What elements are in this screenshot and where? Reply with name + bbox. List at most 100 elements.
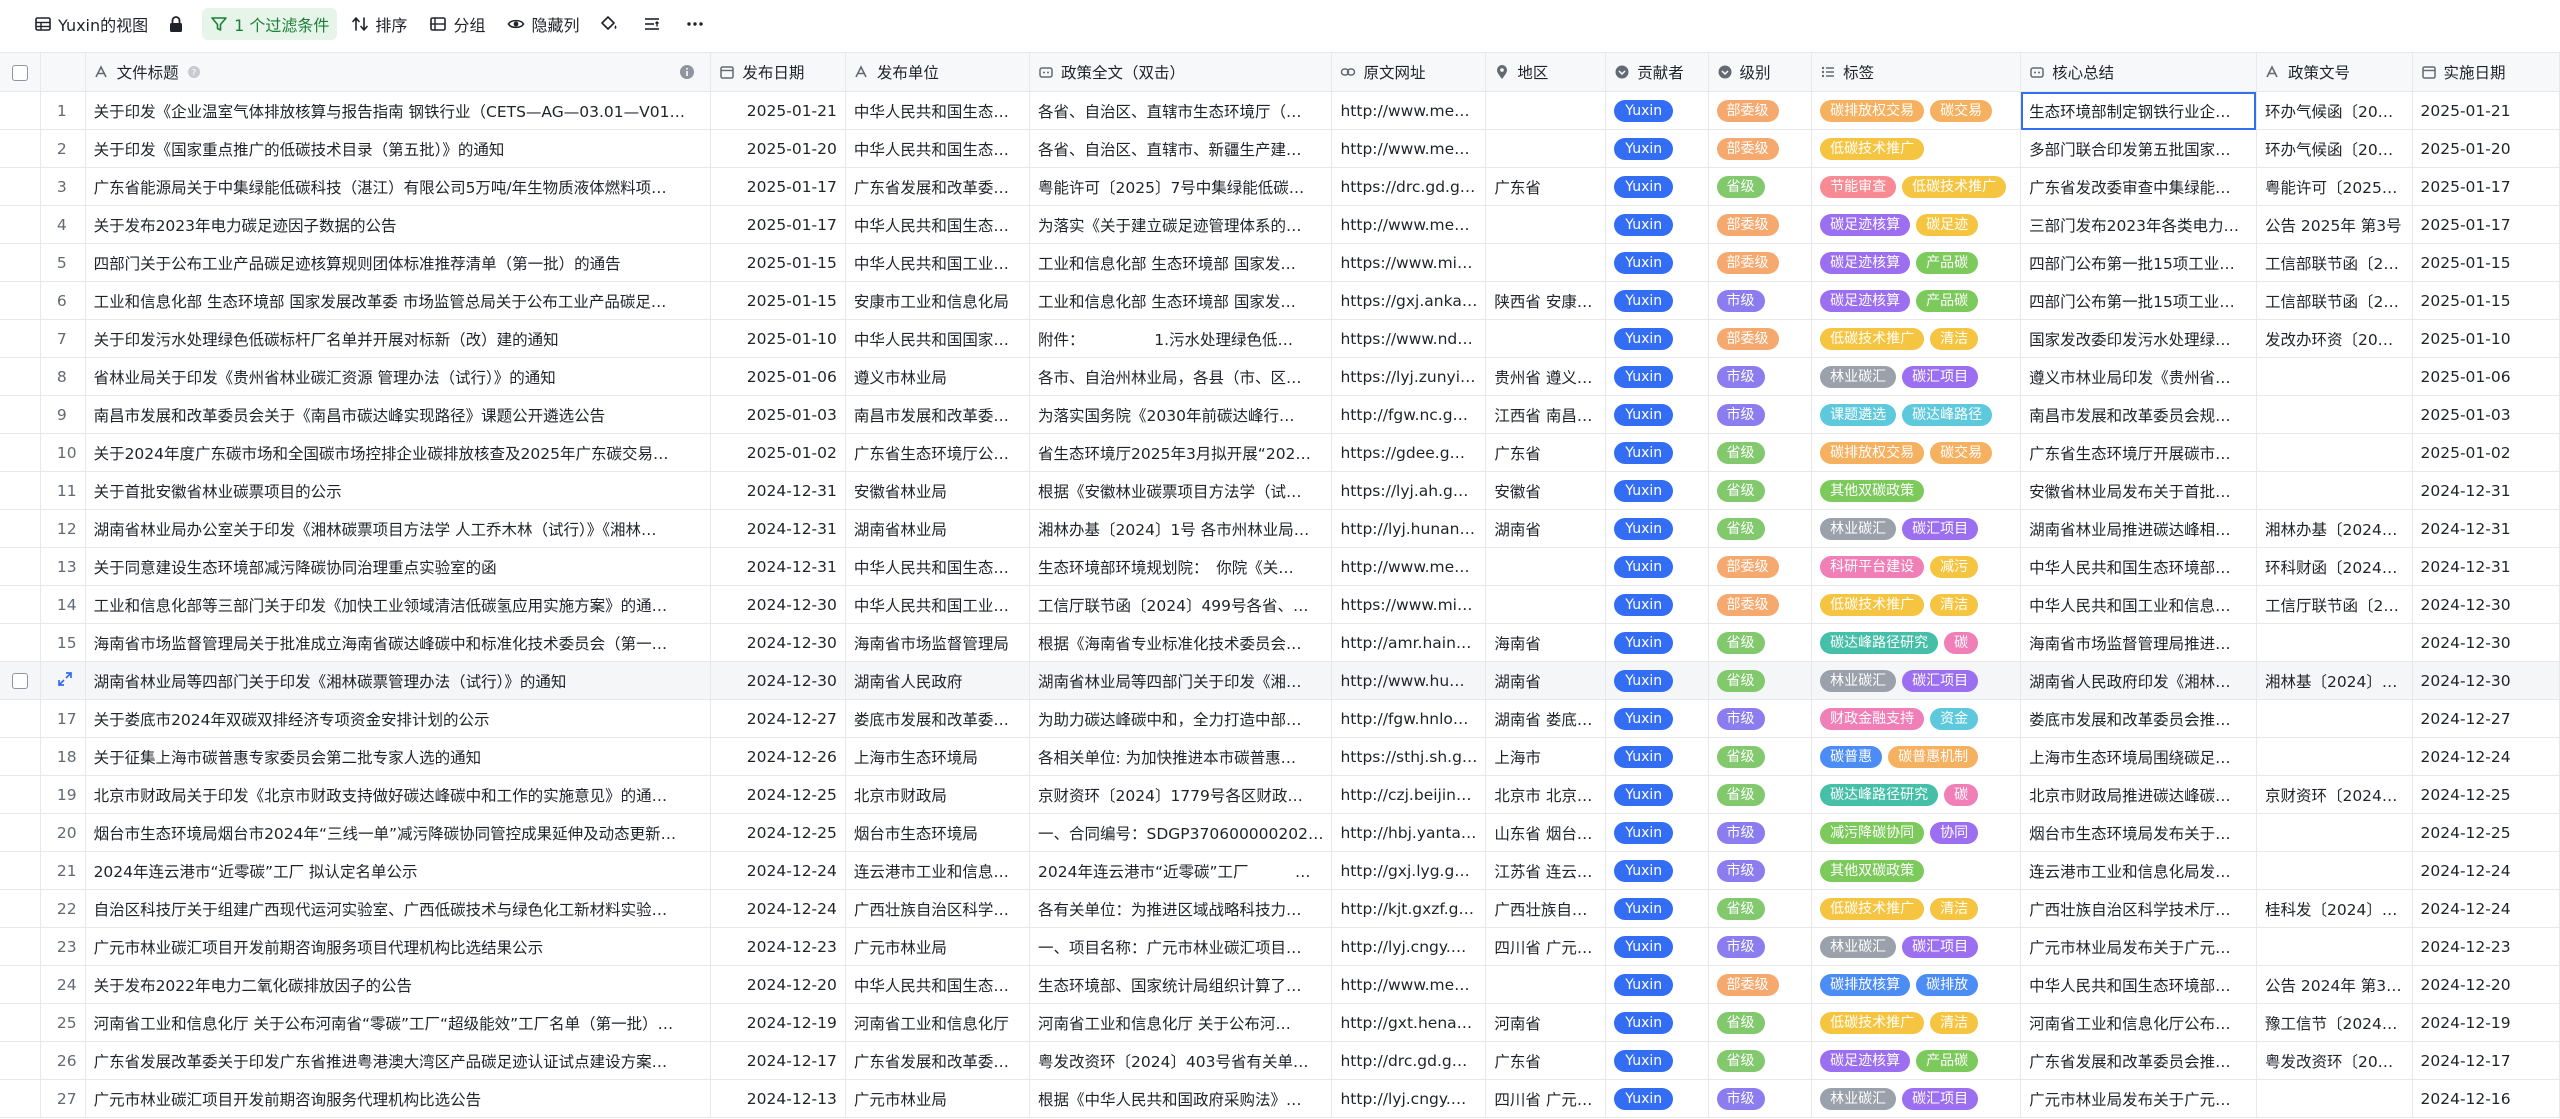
info-icon[interactable]	[679, 64, 695, 80]
cell-title[interactable]: 关于印发污水处理绿色低碳标杆厂名单并开展对标新（改）建的通知	[85, 319, 712, 358]
cell-summary[interactable]: 安徽省林业局发布关于首批…	[2020, 471, 2257, 510]
cell-impl-date[interactable]: 2025-01-15	[2412, 243, 2560, 282]
cell-tags[interactable]: 财政金融支持 资金	[1811, 699, 2022, 738]
cell-org[interactable]: 连云港市工业和信息…	[845, 851, 1031, 890]
cell-impl-date[interactable]: 2024-12-31	[2412, 471, 2560, 510]
cell-summary[interactable]: 烟台市生态环境局发布关于…	[2020, 813, 2257, 852]
cell-tags[interactable]: 低碳技术推广 清洁	[1811, 585, 2022, 624]
cell-tags[interactable]: 节能审查 低碳技术推广	[1811, 167, 2022, 206]
cell-level[interactable]: 市级	[1708, 357, 1813, 396]
cell-org[interactable]: 安徽省林业局	[845, 471, 1031, 510]
cell-doc-number[interactable]	[2256, 927, 2413, 966]
cell-summary[interactable]: 广东省生态环境厅开展碳市…	[2020, 433, 2257, 472]
cell-date[interactable]: 2025-01-10	[710, 319, 846, 358]
cell-full-text[interactable]: 2024年连云港市“近零碳”工厂 …	[1029, 851, 1333, 890]
cell-summary[interactable]: 四部门公布第一批15项工业…	[2020, 281, 2257, 320]
cell-full-text[interactable]: 各省、自治区、直辖市生态环境厅（…	[1029, 91, 1333, 130]
cell-org[interactable]: 北京市财政局	[845, 775, 1031, 814]
cell-region[interactable]: 北京市 北京…	[1485, 775, 1607, 814]
cell-doc-number[interactable]: 工信部联节函〔2…	[2256, 281, 2413, 320]
cell-summary[interactable]: 中华人民共和国生态环境部…	[2020, 965, 2257, 1004]
cell-tags[interactable]: 碳排放权交易 碳交易	[1811, 433, 2022, 472]
cell-url[interactable]: https://drc.gd.g…	[1331, 167, 1487, 206]
cell-doc-number[interactable]: 环办气候函〔20…	[2256, 129, 2413, 168]
cell-url[interactable]: https://gdee.g…	[1331, 433, 1487, 472]
cell-impl-date[interactable]: 2024-12-23	[2412, 927, 2560, 966]
column-header-org[interactable]: 发布单位	[845, 52, 1031, 92]
table-row[interactable]: 22 自治区科技厅关于组建广西现代运河实验室、广西低碳技术与绿色化工新材料实验… 2…	[0, 889, 2560, 928]
cell-tags[interactable]: 低碳技术推广 清洁	[1811, 1003, 2022, 1042]
row-select-cell[interactable]	[0, 509, 41, 548]
cell-contributor[interactable]: Yuxin	[1605, 699, 1709, 738]
cell-doc-number[interactable]: 湘林办基〔2024…	[2256, 509, 2413, 548]
cell-region[interactable]: 贵州省 遵义…	[1485, 357, 1607, 396]
cell-org[interactable]: 广西壮族自治区科学…	[845, 889, 1031, 928]
cell-title[interactable]: 湖南省林业局办公室关于印发《湘林碳票项目方法学 人工乔木林（试行）》《湘林…	[85, 509, 712, 548]
cell-doc-number[interactable]	[2256, 699, 2413, 738]
cell-impl-date[interactable]: 2024-12-20	[2412, 965, 2560, 1004]
cell-impl-date[interactable]: 2024-12-24	[2412, 889, 2560, 928]
cell-region[interactable]: 湖南省	[1485, 509, 1607, 548]
cell-title[interactable]: 河南省工业和信息化厅 关于公布河南省“零碳”工厂“超级能效”工厂名单（第一批）…	[85, 1003, 712, 1042]
cell-summary[interactable]: 生态环境部制定钢铁行业企…	[2020, 91, 2257, 130]
cell-url[interactable]: http://amr.hain…	[1331, 623, 1487, 662]
cell-full-text[interactable]: 河南省工业和信息化厅 关于公布河…	[1029, 1003, 1333, 1042]
cell-full-text[interactable]: 粤能许可〔2025〕7号中集绿能低碳…	[1029, 167, 1333, 206]
cell-url[interactable]: https://lyj.ah.g…	[1331, 471, 1487, 510]
table-row[interactable]: 湖南省林业局等四部门关于印发《湘林碳票管理办法（试行）》的通知 2024-12-3…	[0, 661, 2560, 700]
cell-title[interactable]: 关于娄底市2024年双碳双排经济专项资金安排计划的公示	[85, 699, 712, 738]
cell-tags[interactable]: 碳足迹核算 产品碳	[1811, 243, 2022, 282]
row-select-cell[interactable]	[0, 243, 41, 282]
help-icon[interactable]: ?	[187, 65, 201, 79]
cell-doc-number[interactable]: 环科财函〔2024…	[2256, 547, 2413, 586]
cell-doc-number[interactable]: 工信部联节函〔2…	[2256, 243, 2413, 282]
cell-summary[interactable]: 湖南省人民政府印发《湘林…	[2020, 661, 2257, 700]
cell-impl-date[interactable]: 2024-12-24	[2412, 851, 2560, 890]
row-select-cell[interactable]	[0, 91, 41, 130]
select-all-checkbox-cell[interactable]	[0, 52, 41, 92]
cell-org[interactable]: 广元市林业局	[845, 1079, 1031, 1118]
table-row[interactable]: 26 广东省发展改革委关于印发广东省推进粤港澳大湾区产品碳足迹认证试点建设方案… 2…	[0, 1041, 2560, 1080]
cell-tags[interactable]: 低碳技术推广 清洁	[1811, 889, 2022, 928]
cell-impl-date[interactable]: 2025-01-15	[2412, 281, 2560, 320]
row-select-cell[interactable]	[0, 775, 41, 814]
column-header-contributor[interactable]: 贡献者	[1605, 52, 1709, 92]
cell-date[interactable]: 2024-12-31	[710, 471, 846, 510]
row-select-cell[interactable]	[0, 889, 41, 928]
cell-org[interactable]: 中华人民共和国工业…	[845, 243, 1031, 282]
cell-level[interactable]: 省级	[1708, 889, 1813, 928]
cell-full-text[interactable]: 根据《中华人民共和国政府采购法》…	[1029, 1079, 1333, 1118]
cell-impl-date[interactable]: 2024-12-27	[2412, 699, 2560, 738]
cell-summary[interactable]: 河南省工业和信息化厅公布…	[2020, 1003, 2257, 1042]
cell-region[interactable]	[1485, 205, 1607, 244]
cell-tags[interactable]: 碳足迹核算 产品碳	[1811, 281, 2022, 320]
cell-summary[interactable]: 中华人民共和国工业和信息…	[2020, 585, 2257, 624]
cell-url[interactable]: http://kjt.gxzf.g…	[1331, 889, 1487, 928]
column-header-url[interactable]: 原文网址	[1331, 52, 1487, 92]
cell-url[interactable]: https://gxj.anka…	[1331, 281, 1487, 320]
cell-contributor[interactable]: Yuxin	[1605, 585, 1709, 624]
table-row[interactable]: 17 关于娄底市2024年双碳双排经济专项资金安排计划的公示 2024-12-27 娄…	[0, 699, 2560, 738]
row-select-cell[interactable]	[0, 357, 41, 396]
cell-contributor[interactable]: Yuxin	[1605, 509, 1709, 548]
cell-url[interactable]: http://lyj.hunan…	[1331, 509, 1487, 548]
cell-title[interactable]: 关于印发《国家重点推广的低碳技术目录（第五批）》的通知	[85, 129, 712, 168]
cell-org[interactable]: 上海市生态环境局	[845, 737, 1031, 776]
cell-full-text[interactable]: 生态环境部、国家统计局组织计算了…	[1029, 965, 1333, 1004]
cell-region[interactable]	[1485, 91, 1607, 130]
cell-doc-number[interactable]	[2256, 471, 2413, 510]
cell-impl-date[interactable]: 2025-01-10	[2412, 319, 2560, 358]
cell-level[interactable]: 省级	[1708, 1003, 1813, 1042]
cell-region[interactable]	[1485, 965, 1607, 1004]
cell-date[interactable]: 2024-12-25	[710, 813, 846, 852]
cell-summary[interactable]: 三部门发布2023年各类电力…	[2020, 205, 2257, 244]
cell-full-text[interactable]: 根据《海南省专业标准化技术委员会…	[1029, 623, 1333, 662]
cell-full-text[interactable]: 粤发改资环〔2024〕403号省有关单…	[1029, 1041, 1333, 1080]
cell-doc-number[interactable]	[2256, 395, 2413, 434]
table-row[interactable]: 8 省林业局关于印发《贵州省林业碳汇资源 管理办法（试行）》的通知 2025-01-…	[0, 357, 2560, 396]
cell-title[interactable]: 海南省市场监督管理局关于批准成立海南省碳达峰碳中和标准化技术委员会（第一…	[85, 623, 712, 662]
cell-doc-number[interactable]	[2256, 813, 2413, 852]
column-header-impl-date[interactable]: 实施日期	[2412, 52, 2560, 92]
cell-impl-date[interactable]: 2025-01-21	[2412, 91, 2560, 130]
cell-url[interactable]: http://gxj.lyg.g…	[1331, 851, 1487, 890]
